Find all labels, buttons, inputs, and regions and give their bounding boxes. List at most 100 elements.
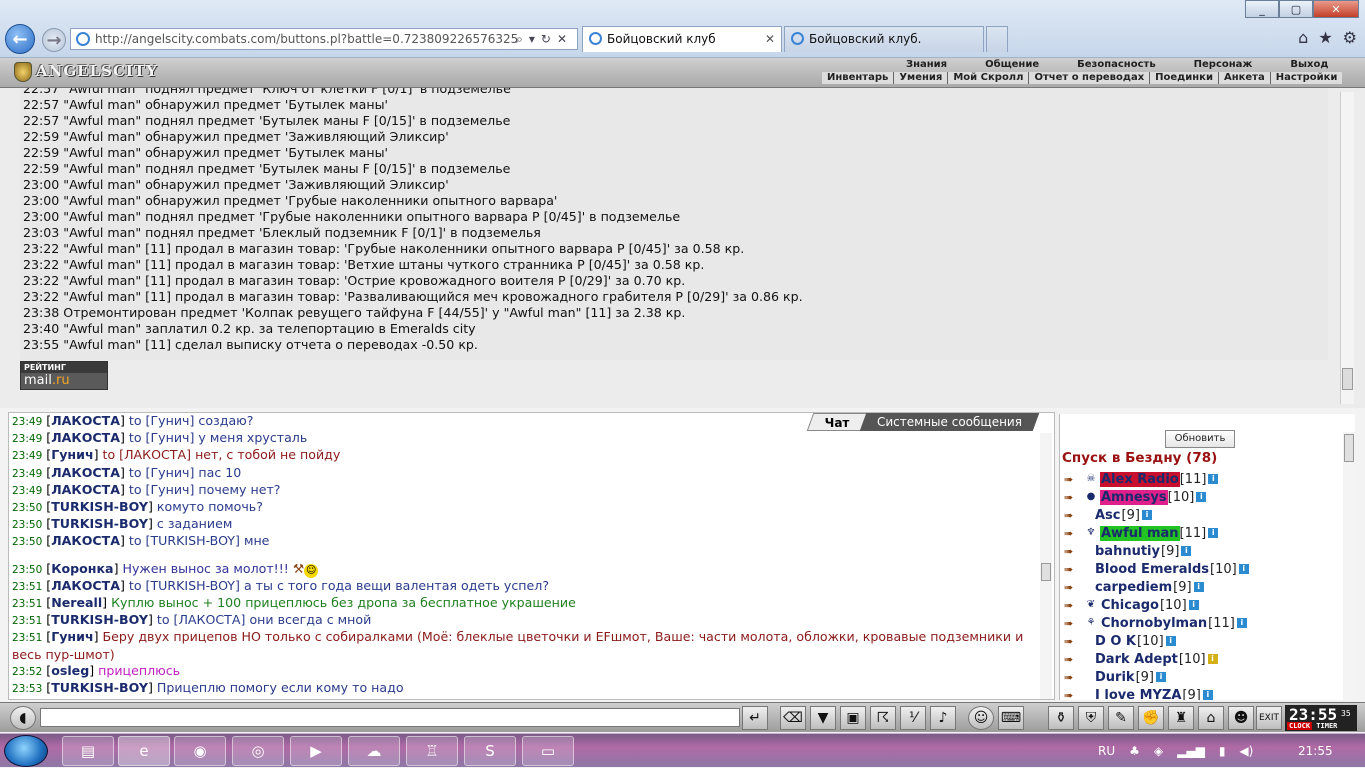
tray-shield-icon[interactable]: ◈ xyxy=(1154,744,1163,758)
info-icon[interactable]: i xyxy=(1141,510,1152,520)
private-arrow-icon[interactable]: ➠ xyxy=(1064,581,1084,594)
sender-nick[interactable]: Гунич xyxy=(51,447,93,462)
player-name[interactable]: Blood Emeralds xyxy=(1094,562,1210,577)
recipient-nick[interactable]: Гунич xyxy=(150,413,189,428)
info-icon[interactable]: i xyxy=(1193,582,1204,592)
private-arrow-icon[interactable]: ➠ xyxy=(1064,563,1084,576)
sender-nick[interactable]: TURKISH-BOY xyxy=(51,499,148,514)
home-icon[interactable]: ⌂ xyxy=(1298,28,1308,47)
sender-nick[interactable]: ЛАКОСТА xyxy=(51,533,120,548)
menu-exit[interactable]: Выход xyxy=(1280,59,1338,70)
browser-tab-2[interactable]: Бойцовский клуб. xyxy=(784,26,984,52)
submenu-scroll[interactable]: Мой Скролл xyxy=(948,72,1030,84)
info-icon[interactable]: i xyxy=(1181,546,1192,556)
sender-nick[interactable]: mr Kirsanov xyxy=(51,697,137,699)
submenu-skills[interactable]: Умения xyxy=(894,72,949,84)
recipient-nick[interactable]: TURKISH-BOY xyxy=(150,533,235,548)
translit-icon[interactable]: ⌨ xyxy=(998,706,1024,730)
ie-taskbar-icon[interactable]: e xyxy=(118,736,170,766)
recipient-nick[interactable]: new_fighter xyxy=(168,697,242,699)
info-icon[interactable]: i xyxy=(1208,474,1219,484)
gear-icon[interactable]: ⚙ xyxy=(1343,28,1357,47)
player-row[interactable]: ➠ Asc [9] i xyxy=(1064,506,1152,524)
info-icon[interactable]: i xyxy=(1202,690,1213,700)
sender-nick[interactable]: Nereall xyxy=(51,595,102,610)
info-icon[interactable]: i xyxy=(1155,672,1166,682)
send-icon[interactable]: ↵ xyxy=(742,706,768,730)
player-row[interactable]: ➠ Blood Emeralds [10] i xyxy=(1064,560,1249,578)
menu-knowledge[interactable]: Знания xyxy=(896,59,957,70)
smiley-icon[interactable]: ☺ xyxy=(968,706,994,730)
private-arrow-icon[interactable]: ➠ xyxy=(1064,599,1084,612)
submenu-transfers[interactable]: Отчет о переводах xyxy=(1029,72,1151,84)
new-tab-button[interactable] xyxy=(986,26,1008,52)
shop-icon[interactable]: ⌂ xyxy=(1198,706,1224,730)
sender-nick[interactable]: TURKISH-BOY xyxy=(51,680,148,695)
run-icon[interactable]: ☈ xyxy=(870,706,896,730)
close-tab-icon[interactable]: ✕ xyxy=(765,27,775,51)
player-row[interactable]: ➠ bahnutiy [9] i xyxy=(1064,542,1192,560)
info-icon[interactable]: i xyxy=(1196,492,1207,502)
recipient-nick[interactable]: TURKISH-BOY xyxy=(150,578,235,593)
recipient-nick[interactable]: Гунич xyxy=(150,465,189,480)
scroll-thumb[interactable] xyxy=(1342,368,1353,390)
player-row[interactable]: ➠ Dark Adept [10] i xyxy=(1064,650,1218,668)
sender-nick[interactable]: TURKISH-BOY xyxy=(51,612,148,627)
sender-nick[interactable]: ЛАКОСТА xyxy=(51,578,120,593)
sound-icon[interactable]: ♪ xyxy=(930,706,956,730)
menu-communication[interactable]: Общение xyxy=(975,59,1049,70)
recipient-nick[interactable]: Гунич xyxy=(150,482,189,497)
player-name[interactable]: Asc xyxy=(1094,508,1122,523)
player-name[interactable]: I love MYZA xyxy=(1094,688,1182,701)
player-name[interactable]: Alex Radio xyxy=(1100,471,1180,487)
players-scrollbar[interactable] xyxy=(1343,432,1355,700)
info-icon[interactable]: i xyxy=(1207,654,1218,664)
player-name[interactable]: Chicago xyxy=(1100,598,1160,613)
minimize-button[interactable]: _ xyxy=(1245,0,1279,18)
player-row[interactable]: ➠ carpediem [9] i xyxy=(1064,578,1204,596)
info-icon[interactable]: i xyxy=(1238,564,1249,574)
skype-icon[interactable]: S xyxy=(464,736,516,766)
recipient-nick[interactable]: ЛАКОСТА xyxy=(124,447,186,462)
explorer-icon[interactable]: ▤ xyxy=(62,736,114,766)
exit-icon[interactable]: EXIT xyxy=(1256,706,1282,730)
player-name[interactable]: Amnesys xyxy=(1100,489,1168,505)
media-player-icon[interactable]: ▶ xyxy=(290,736,342,766)
sender-nick[interactable]: ЛАКОСТА xyxy=(51,413,120,428)
folder-icon[interactable]: ▭ xyxy=(522,736,574,766)
chrome-icon[interactable]: ◉ xyxy=(174,736,226,766)
info-icon[interactable]: i xyxy=(1208,528,1219,538)
friends-icon[interactable]: ☻ xyxy=(1228,706,1254,730)
player-row[interactable]: ➠ I love MYZA [9] i xyxy=(1064,686,1213,700)
forward-button[interactable]: → xyxy=(42,28,66,52)
player-name[interactable]: D O K xyxy=(1094,634,1137,649)
menu-security[interactable]: Безопасность xyxy=(1067,59,1166,70)
info-icon[interactable]: i xyxy=(1165,636,1176,646)
armor-icon[interactable]: ⛨ xyxy=(1078,706,1104,730)
channel-icon[interactable]: ⅟ xyxy=(900,706,926,730)
filter-icon[interactable]: ▼ xyxy=(810,706,836,730)
close-window-button[interactable]: ✕ xyxy=(1313,0,1359,18)
sender-nick[interactable]: ЛАКОСТА xyxy=(51,482,120,497)
favorites-star-icon[interactable]: ★ xyxy=(1318,28,1332,47)
recipient-nick[interactable]: Гунич xyxy=(150,430,189,445)
player-name[interactable]: carpediem xyxy=(1094,580,1173,595)
tab-chat[interactable]: Чат xyxy=(807,413,869,431)
player-row[interactable]: ➠ ⚘ Chornobylman [11] i xyxy=(1064,614,1247,632)
scroll-thumb[interactable] xyxy=(1344,434,1354,462)
sender-nick[interactable]: ЛАКОСТА xyxy=(51,465,120,480)
private-arrow-icon[interactable]: ➠ xyxy=(1064,527,1084,540)
player-row[interactable]: ➠ ☠ Alex Radio [11] i xyxy=(1064,470,1219,488)
network-app-icon[interactable]: ☁ xyxy=(348,736,400,766)
eraser-icon[interactable]: ⌫ xyxy=(780,706,806,730)
player-row[interactable]: ➠ D O K [10] i xyxy=(1064,632,1176,650)
submenu-fights[interactable]: Поединки xyxy=(1150,72,1219,84)
language-indicator[interactable]: RU xyxy=(1098,744,1115,758)
address-tools[interactable]: ⌕▾↻✕ xyxy=(516,29,573,49)
tray-app-icon[interactable]: ♣ xyxy=(1129,744,1140,758)
sender-nick[interactable]: osleg xyxy=(51,663,89,678)
player-name[interactable]: Awful man xyxy=(1100,525,1180,541)
bag-icon[interactable]: ⚱ xyxy=(1048,706,1074,730)
submenu-profile[interactable]: Анкета xyxy=(1219,72,1271,84)
player-row[interactable]: ➠ Durik [9] i xyxy=(1064,668,1166,686)
